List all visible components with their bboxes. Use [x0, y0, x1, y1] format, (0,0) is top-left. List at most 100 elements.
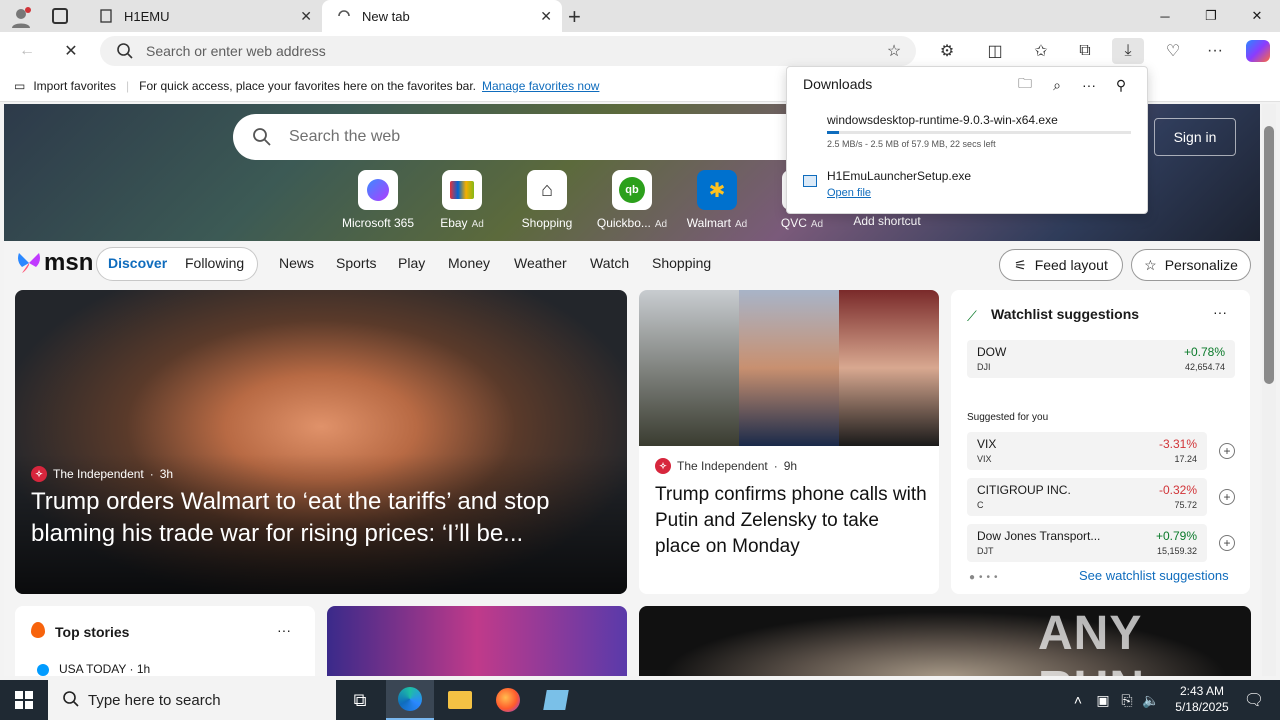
story-age: 3h [159, 467, 174, 481]
quickbooks-icon: qb [612, 170, 652, 210]
web-search-box[interactable]: Search the web [233, 114, 813, 160]
nav-sports[interactable]: Sports [336, 255, 376, 271]
stock-ticker: C [977, 500, 984, 510]
back-button[interactable]: ← [12, 38, 42, 64]
add-to-watchlist-icon[interactable]: + [1219, 535, 1235, 551]
feed-layout-button[interactable]: ⚟ Feed layout [999, 249, 1123, 281]
msn-butterfly-icon [18, 253, 40, 273]
address-bar[interactable]: Search or enter web address [100, 36, 916, 66]
star-edit-icon: ☆ [1144, 256, 1157, 273]
copilot-icon[interactable] [1246, 40, 1270, 62]
close-tab-icon[interactable]: ✕ [300, 8, 312, 25]
shortcut-quickbooks[interactable]: qb Quickbo... Ad [592, 170, 672, 230]
split-screen-icon[interactable]: ◫ [980, 38, 1010, 64]
profile-icon[interactable] [10, 6, 32, 28]
nav-shopping[interactable]: Shopping [652, 255, 711, 271]
msn-logo[interactable]: msn [16, 249, 93, 277]
open-folder-icon[interactable]: 🗀 [1015, 75, 1035, 95]
close-tab-icon[interactable]: ✕ [540, 8, 552, 25]
taskbar-search-box[interactable]: Type here to search [48, 680, 336, 720]
downloads-title: Downloads [803, 76, 873, 92]
add-to-watchlist-icon[interactable]: + [1219, 489, 1235, 505]
carousel-dots[interactable]: ●••• [969, 572, 1002, 583]
collections-icon[interactable]: ⧉ [1070, 38, 1100, 64]
nav-play[interactable]: Play [398, 255, 425, 271]
file-name: windowsdesktop-runtime-9.0.3-win-x64.exe [827, 113, 1058, 127]
tab-actions-icon[interactable] [52, 8, 68, 24]
close-window-button[interactable]: ✕ [1234, 0, 1280, 32]
sign-in-button[interactable]: Sign in [1154, 118, 1236, 156]
open-file-link[interactable]: Open file [827, 187, 871, 199]
second-story-card[interactable]: ✧ The Independent · 9h Trump confirms ph… [639, 290, 939, 594]
stock-name: Dow Jones Transport... [977, 529, 1101, 543]
notepad-icon[interactable] [532, 680, 580, 720]
shortcut-label: Microsoft 365 [341, 216, 415, 230]
story-source: ✧ The Independent · 9h [655, 458, 797, 474]
shortcut-microsoft-365[interactable]: Microsoft 365 [338, 170, 418, 230]
main-story-headline[interactable]: Trump orders Walmart to ‘eat the tariffs… [31, 486, 601, 550]
browser-essentials-icon[interactable]: ♡ [1158, 38, 1188, 64]
manage-favorites-link[interactable]: Manage favorites now [482, 79, 599, 93]
stock-name: VIX [977, 437, 997, 451]
watchlist-row-vix[interactable]: VIX VIX -3.31% 17.24 + [967, 432, 1235, 470]
personalize-button[interactable]: ☆ Personalize [1131, 249, 1251, 281]
favorites-icon[interactable]: ✩ [1026, 38, 1056, 64]
story-image-center [739, 290, 839, 446]
taskbar-search-placeholder: Type here to search [88, 691, 221, 709]
tab-new-tab[interactable]: New tab ✕ [322, 0, 562, 32]
shortcut-walmart[interactable]: ✱ Walmart Ad [677, 170, 757, 230]
more-options-icon[interactable]: ··· [1079, 75, 1099, 95]
msn-wordmark: msn [44, 249, 94, 276]
microsoft-365-icon [358, 170, 398, 210]
stop-loading-button[interactable]: ✕ [56, 38, 86, 64]
tab-following[interactable]: Following [185, 255, 244, 271]
nav-money[interactable]: Money [448, 255, 490, 271]
more-menu-icon[interactable]: ··· [1200, 38, 1230, 64]
tab-label: New tab [362, 8, 410, 24]
main-story-card[interactable]: ✧ The Independent · 3h Trump orders Walm… [15, 290, 627, 594]
download-item-launcher[interactable]: H1EmuLauncherSetup.exe Open file [787, 167, 1147, 207]
windows-start-icon[interactable] [0, 680, 48, 720]
see-watchlist-link[interactable]: See watchlist suggestions [1079, 568, 1229, 583]
add-to-watchlist-icon[interactable]: + [1219, 443, 1235, 459]
watchlist-row-citigroup[interactable]: CITIGROUP INC. C -0.32% 75.72 + [967, 478, 1235, 516]
minimize-button[interactable]: ─ [1142, 0, 1188, 32]
new-tab-button[interactable]: + [568, 4, 581, 30]
network-icon[interactable]: ⎘ [1114, 680, 1140, 720]
top-stories-title: Top stories [55, 624, 130, 640]
shortcut-shopping[interactable]: ⌂ Shopping [507, 170, 587, 230]
download-item-runtime[interactable]: windowsdesktop-runtime-9.0.3-win-x64.exe… [787, 111, 1147, 151]
extensions-icon[interactable]: ⚙ [932, 38, 962, 64]
watchlist-row-djt[interactable]: Dow Jones Transport... DJT +0.79% 15,159… [967, 524, 1235, 562]
usa-today-icon [37, 664, 49, 676]
nav-watch[interactable]: Watch [590, 255, 629, 271]
tab-discover[interactable]: Discover [108, 255, 167, 271]
notifications-icon[interactable]: 🗨 [1230, 680, 1278, 720]
add-shortcut-button[interactable]: Add shortcut [847, 214, 927, 228]
search-icon [116, 42, 134, 65]
tab-h1emu[interactable]: H1EMU ✕ [84, 0, 322, 32]
watchlist-row-dow[interactable]: DOW DJI +0.78% 42,654.74 [967, 340, 1235, 378]
shortcut-ebay[interactable]: Ebay Ad [422, 170, 502, 230]
import-favorites-button[interactable]: Import favorites [33, 79, 116, 93]
pin-icon[interactable]: ⚲ [1111, 75, 1131, 95]
favorite-star-icon[interactable]: ☆ [879, 38, 909, 64]
nav-news[interactable]: News [279, 255, 314, 271]
task-view-icon[interactable]: ⧉ [336, 680, 384, 720]
watchlist-more-icon[interactable]: ··· [1213, 304, 1227, 320]
anyrun-watermark: ANY RUN [1038, 607, 1144, 676]
second-story-headline[interactable]: Trump confirms phone calls with Putin an… [655, 482, 927, 560]
nav-weather[interactable]: Weather [514, 255, 567, 271]
file-explorer-icon[interactable] [436, 680, 484, 720]
stock-change: -3.31% [1158, 437, 1197, 451]
firefox-icon[interactable] [484, 680, 532, 720]
scrollbar-thumb[interactable] [1264, 126, 1274, 384]
restore-button[interactable]: ❐ [1188, 0, 1234, 32]
downloads-icon[interactable]: ⤓ [1112, 38, 1144, 64]
page-icon [98, 8, 114, 24]
game-ad-card[interactable] [327, 606, 627, 676]
top-stories-more-icon[interactable]: ··· [277, 622, 291, 638]
tray-device-icon[interactable]: ▣ [1090, 680, 1116, 720]
search-downloads-icon[interactable]: ⌕ [1047, 75, 1067, 95]
edge-browser-icon[interactable] [386, 680, 434, 720]
